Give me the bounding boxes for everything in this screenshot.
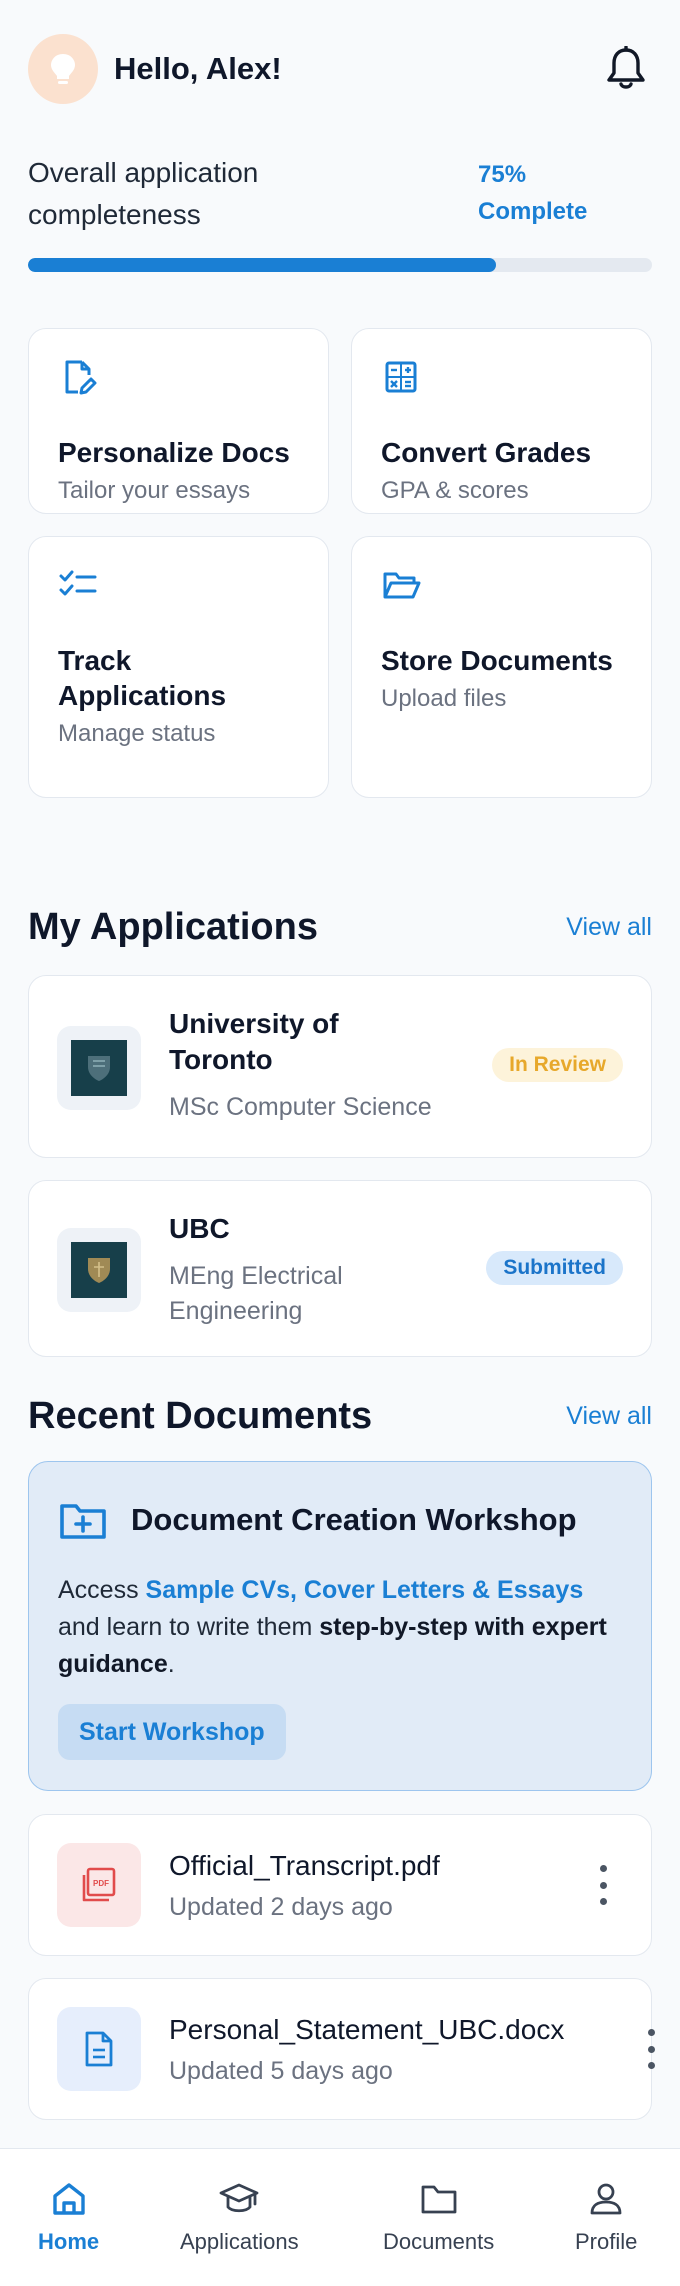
progress-bar-fill [28, 258, 496, 272]
document-updated: Updated 2 days ago [169, 1893, 393, 1921]
progress-complete-text: Complete [478, 198, 588, 225]
feature-title: Track Applications [58, 645, 227, 711]
document-thumbnail: PDF [57, 1843, 141, 1927]
section-title: My Applications [28, 905, 318, 948]
folder-icon [421, 2185, 457, 2214]
application-card[interactable]: UBC MEng Electrical Engineering Submitte… [28, 1180, 652, 1357]
workshop-banner: Document Creation Workshop Access Sample… [28, 1461, 652, 1791]
feature-grid: Personalize Docs Tailor your essays Conv… [28, 328, 652, 798]
track-applications-card[interactable]: Track Applications Manage status [28, 536, 329, 798]
avatar[interactable] [28, 34, 98, 104]
university-logo [57, 1026, 141, 1110]
workshop-text: . [167, 1650, 175, 1678]
folder-open-icon [383, 572, 421, 599]
greeting-text: Hello, Alex! [114, 51, 282, 86]
document-file-icon [85, 2031, 113, 2067]
applications-section-header: My Applications View all [28, 903, 652, 951]
view-all-documents-link[interactable]: View all [566, 1402, 652, 1431]
edit-document-icon [65, 360, 97, 395]
nav-home[interactable]: Home [38, 2179, 99, 2255]
graduation-cap-icon [219, 2183, 259, 2213]
checklist-icon [59, 570, 97, 596]
bell-icon[interactable] [604, 46, 648, 92]
workshop-description: Access Sample CVs, Cover Letters & Essay… [58, 1572, 611, 1683]
dashboard-screen: Hello, Alex! Overall application complet… [0, 0, 680, 2286]
workshop-highlight: Sample CVs, Cover Letters & Essays [145, 1576, 584, 1604]
crest-icon [88, 1258, 110, 1283]
feature-subtitle: GPA & scores [381, 477, 529, 504]
folder-add-icon [60, 1504, 106, 1539]
program-name: MSc Computer Science [169, 1093, 432, 1121]
header: Hello, Alex! [28, 34, 652, 104]
personalize-docs-card[interactable]: Personalize Docs Tailor your essays [28, 328, 329, 514]
application-progress: Overall application completeness 75% Com… [28, 152, 652, 272]
section-title: Recent Documents [28, 1394, 373, 1437]
calculator-icon [385, 361, 417, 393]
nav-label: Applications [180, 2229, 299, 2254]
crest-icon [88, 1056, 110, 1081]
nav-profile[interactable]: Profile [575, 2179, 637, 2255]
document-name: Personal_Statement_UBC.docx [169, 2014, 565, 2045]
person-icon [590, 2183, 622, 2215]
university-name: University of Toronto [169, 1008, 339, 1075]
university-name: UBC [169, 1213, 230, 1244]
document-card[interactable]: Personal_Statement_UBC.docx Updated 5 da… [28, 1978, 655, 2120]
status-badge: Submitted [486, 1251, 623, 1285]
home-icon [52, 2183, 85, 2215]
feature-title: Convert Grades [381, 437, 592, 468]
document-card[interactable]: PDF Official_Transcript.pdf Updated 2 da… [28, 1814, 652, 1956]
document-name: Official_Transcript.pdf [169, 1850, 440, 1881]
workshop-text: and learn to write them [58, 1613, 320, 1641]
store-documents-card[interactable]: Store Documents Upload files [351, 536, 652, 798]
nav-documents[interactable]: Documents [383, 2179, 494, 2255]
progress-percent: 75% Complete [478, 156, 608, 230]
bottom-navigation: Home Applications Documents Profile [0, 2148, 680, 2286]
feature-subtitle: Manage status [58, 720, 216, 747]
workshop-title: Document Creation Workshop [131, 1502, 577, 1537]
lightbulb-icon [51, 54, 75, 84]
status-badge: In Review [492, 1048, 623, 1082]
progress-percent-value: 75% [478, 161, 527, 188]
svg-text:PDF: PDF [93, 1879, 109, 1888]
document-thumbnail [57, 2007, 141, 2091]
application-card[interactable]: University of Toronto MSc Computer Scien… [28, 975, 652, 1158]
more-options-icon[interactable] [641, 2029, 661, 2069]
university-logo [57, 1228, 141, 1312]
feature-subtitle: Upload files [381, 685, 507, 712]
feature-title: Store Documents [381, 645, 613, 676]
more-options-icon[interactable] [593, 1865, 613, 1905]
documents-section-header: Recent Documents View all [28, 1392, 652, 1440]
start-workshop-button[interactable]: Start Workshop [58, 1704, 286, 1760]
workshop-text: Access [58, 1576, 146, 1604]
nav-applications[interactable]: Applications [180, 2179, 299, 2255]
progress-label: Overall application completeness [28, 157, 259, 230]
feature-subtitle: Tailor your essays [58, 477, 251, 504]
program-name: MEng Electrical Engineering [169, 1262, 343, 1325]
convert-grades-card[interactable]: Convert Grades GPA & scores [351, 328, 652, 514]
document-updated: Updated 5 days ago [169, 2057, 393, 2085]
nav-label: Documents [383, 2229, 495, 2254]
progress-bar [28, 258, 652, 272]
nav-label: Profile [575, 2229, 638, 2254]
view-all-applications-link[interactable]: View all [566, 913, 652, 942]
feature-title: Personalize Docs [58, 437, 290, 468]
pdf-file-icon: PDF [82, 1867, 116, 1902]
nav-label: Home [38, 2229, 100, 2254]
